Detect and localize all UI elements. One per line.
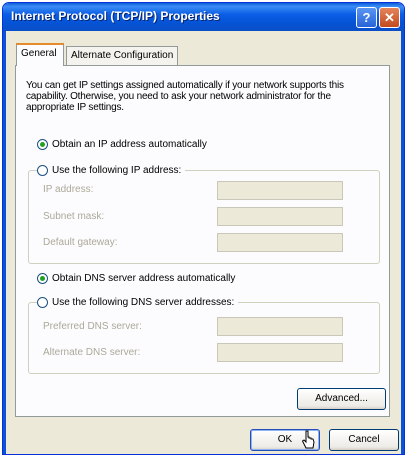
help-button[interactable]: ?	[356, 7, 377, 28]
cancel-button[interactable]: Cancel	[329, 429, 399, 451]
radio-button-unchecked[interactable]	[37, 164, 48, 176]
use-following-dns-label: Use the following DNS server addresses:	[52, 296, 235, 308]
alternate-dns-field[interactable]	[217, 343, 343, 362]
window-frame-right	[401, 31, 404, 454]
tab-alternate-configuration[interactable]: Alternate Configuration	[66, 46, 178, 65]
window-frame-left	[3, 31, 6, 454]
obtain-dns-auto-label: Obtain DNS server address automatically	[52, 272, 236, 284]
preferred-dns-field[interactable]	[217, 317, 343, 336]
mouse-pointer-icon	[301, 430, 315, 449]
intro-text: You can get IP settings assigned automat…	[26, 80, 344, 113]
ip-address-field[interactable]	[217, 181, 343, 200]
radio-button-checked[interactable]	[37, 272, 48, 284]
subnet-mask-label: Subnet mask:	[43, 211, 105, 222]
close-icon: ✕	[384, 10, 395, 25]
tab-general[interactable]: General	[16, 43, 64, 66]
preferred-dns-label: Preferred DNS server:	[43, 321, 142, 332]
window-title: Internet Protocol (TCP/IP) Properties	[11, 9, 220, 23]
close-button[interactable]: ✕	[379, 7, 400, 28]
obtain-ip-auto-label: Obtain an IP address automatically	[52, 138, 207, 150]
default-gateway-label: Default gateway:	[43, 237, 118, 248]
use-following-ip-radio[interactable]: Use the following IP address:	[37, 163, 186, 177]
help-icon: ?	[362, 10, 371, 25]
use-following-ip-label: Use the following IP address:	[52, 164, 182, 176]
alternate-dns-label: Alternate DNS server:	[43, 347, 141, 358]
dns-server-group	[28, 302, 380, 374]
radio-button-checked[interactable]	[37, 138, 48, 150]
use-following-dns-radio[interactable]: Use the following DNS server addresses:	[37, 295, 239, 309]
obtain-ip-auto-radio[interactable]: Obtain an IP address automatically	[37, 137, 211, 151]
ip-address-label: IP address:	[43, 184, 94, 195]
advanced-button[interactable]: Advanced...	[297, 388, 386, 410]
title-bar[interactable]: Internet Protocol (TCP/IP) Properties ? …	[3, 3, 404, 31]
obtain-dns-auto-radio[interactable]: Obtain DNS server address automatically	[37, 271, 240, 285]
radio-button-unchecked[interactable]	[37, 296, 48, 308]
subnet-mask-field[interactable]	[217, 207, 343, 226]
default-gateway-field[interactable]	[217, 233, 343, 252]
